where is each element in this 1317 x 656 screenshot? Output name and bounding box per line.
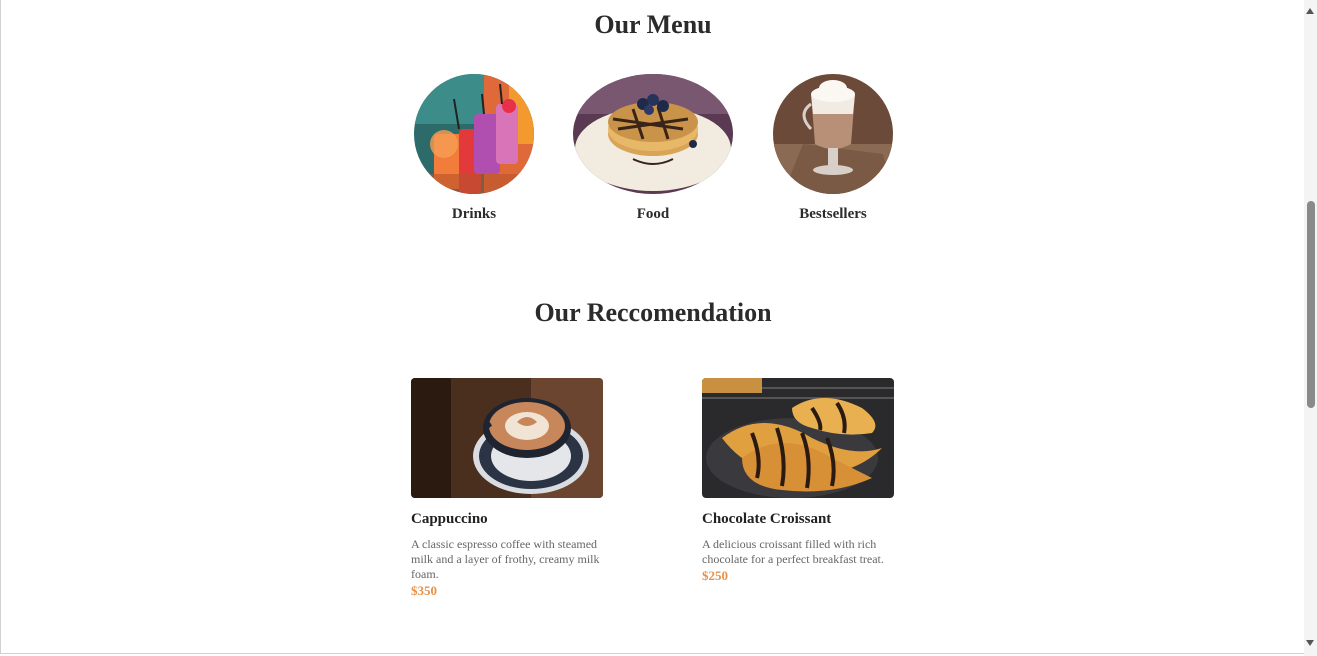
product-card-cappuccino[interactable]: Cappuccino A classic espresso coffee wit… [411, 378, 603, 599]
hot-chocolate-image[interactable] [773, 74, 893, 194]
menu-category-label: Bestsellers [799, 206, 867, 222]
product-card-chocolate-croissant[interactable]: Chocolate Croissant A delicious croissan… [702, 378, 894, 584]
scroll-up-arrow-icon[interactable] [1306, 8, 1314, 14]
product-name: Chocolate Croissant [702, 511, 832, 527]
menu-category-drinks[interactable]: Drinks [394, 74, 554, 223]
drinks-image[interactable] [414, 74, 534, 194]
product-price: $350 [411, 583, 437, 598]
scroll-down-arrow-icon[interactable] [1306, 640, 1314, 646]
product-name: Cappuccino [411, 511, 488, 527]
product-price: $250 [702, 568, 728, 583]
menu-section-title: Our Menu [594, 10, 712, 39]
menu-category-bestsellers[interactable]: Bestsellers [753, 74, 913, 223]
recommendation-section-title: Our Reccomendation [534, 298, 772, 327]
scrollbar-thumb[interactable] [1307, 201, 1315, 408]
vertical-scrollbar[interactable] [1304, 0, 1317, 656]
menu-category-label: Food [636, 206, 670, 222]
cappuccino-image[interactable] [411, 378, 603, 498]
product-description: A delicious croissant filled with rich c… [702, 537, 884, 566]
page-content: Our Menu Drinks Food Bestsellers Our Rec… [0, 0, 1304, 654]
menu-category-label: Drinks [451, 206, 497, 222]
menu-category-food[interactable]: Food [573, 74, 733, 223]
croissant-image[interactable] [702, 378, 894, 498]
pancakes-image[interactable] [573, 74, 733, 194]
product-description: A classic espresso coffee with steamed m… [411, 537, 600, 581]
